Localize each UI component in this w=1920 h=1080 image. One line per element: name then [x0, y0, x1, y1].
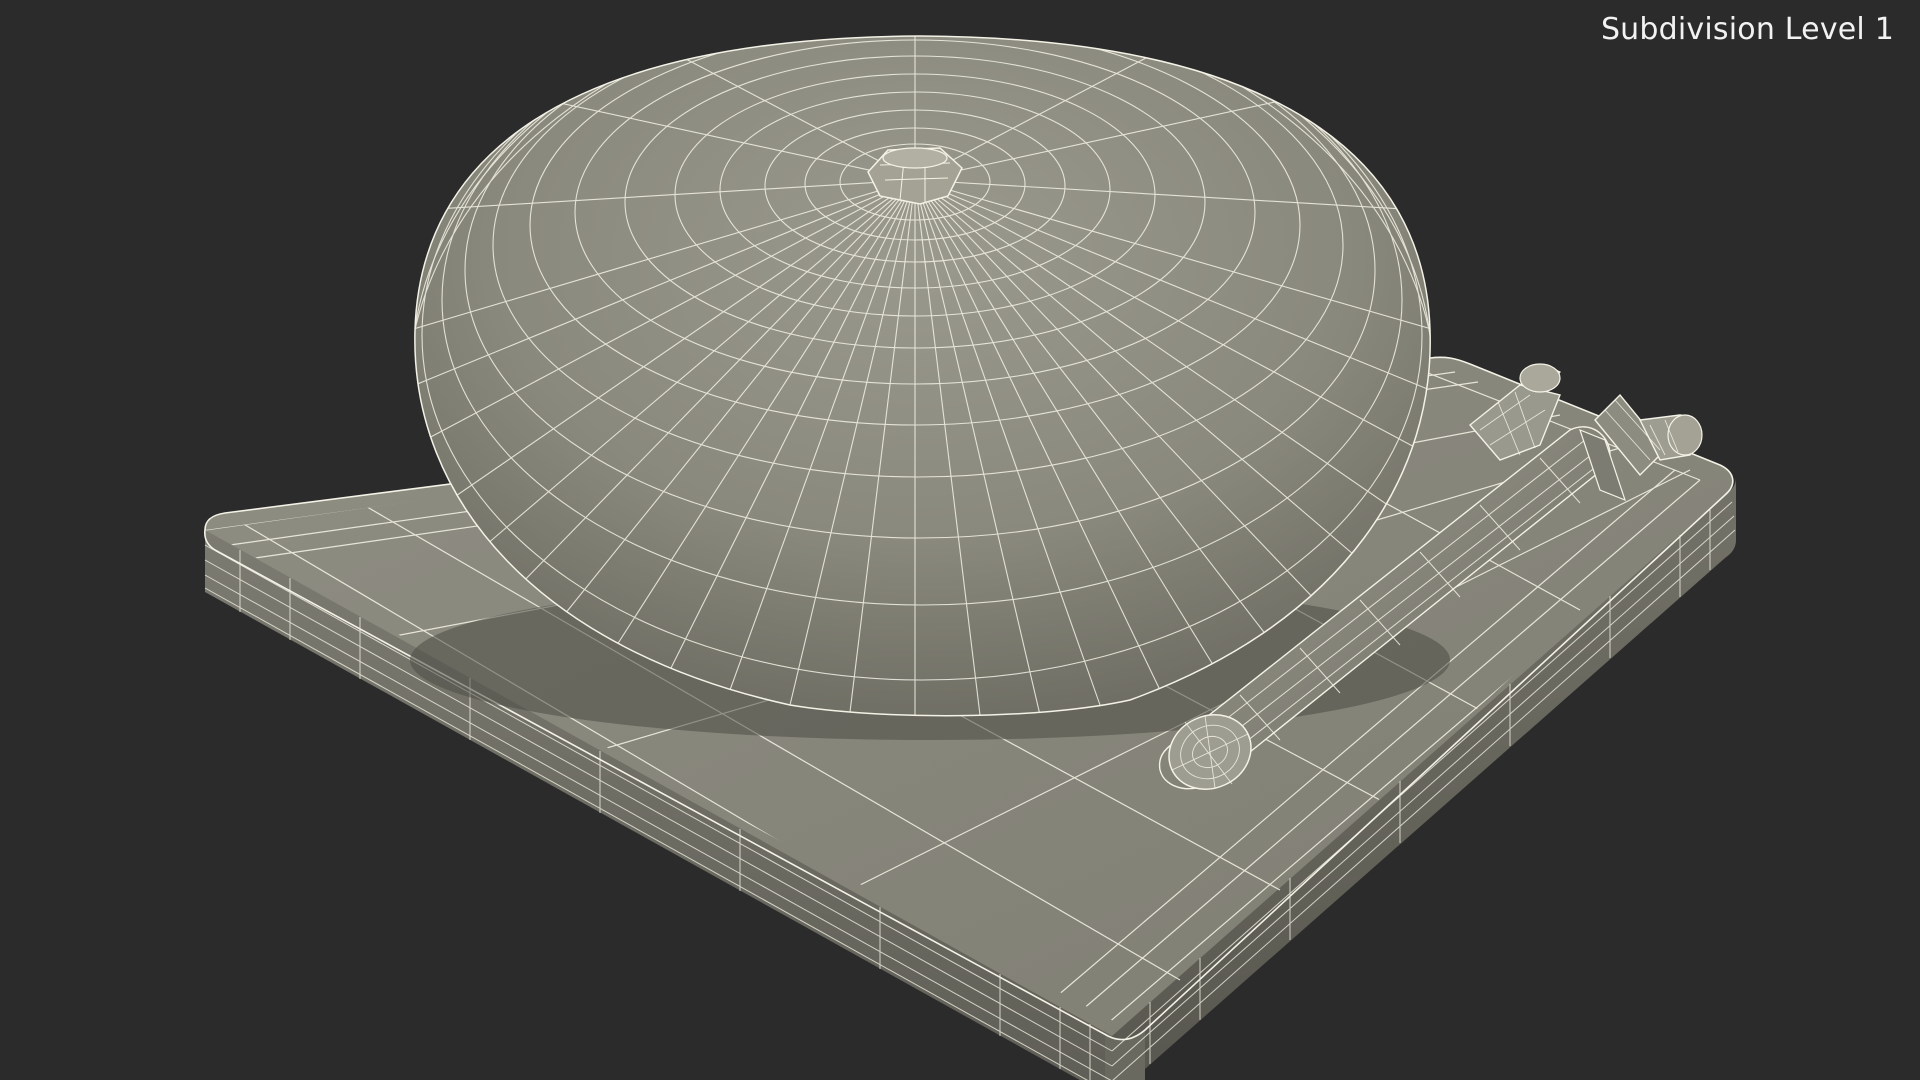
center-nut [867, 147, 963, 205]
wireframe-render [204, 35, 1736, 1080]
3d-viewport[interactable]: Subdivision Level 1 [0, 0, 1920, 1080]
